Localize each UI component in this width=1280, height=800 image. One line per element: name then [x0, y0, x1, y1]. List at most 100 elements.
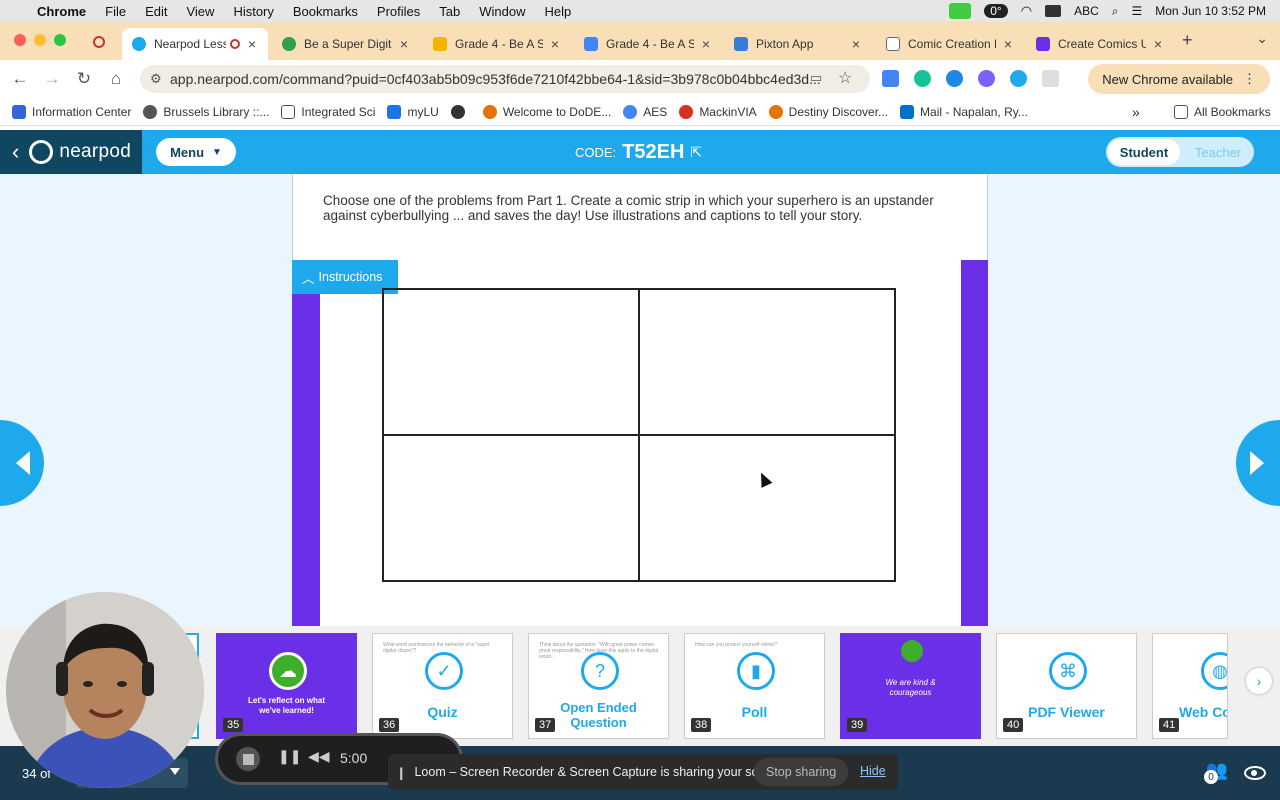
menu-tab[interactable]: Tab — [439, 4, 460, 19]
menu-view[interactable]: View — [186, 4, 214, 19]
gear-extension-icon[interactable] — [978, 70, 995, 87]
bookmark-mail[interactable]: Mail - Napalan, Ry... — [900, 104, 1028, 119]
bookmark-star-icon[interactable]: ☆ — [838, 68, 852, 88]
back-arrow-icon[interactable]: ← — [4, 69, 36, 89]
grammarly-extension-icon[interactable] — [914, 70, 931, 87]
close-tab-icon[interactable]: × — [1004, 36, 1012, 52]
tab-grade4-slides[interactable]: Grade 4 - Be A Su × — [423, 28, 569, 60]
document-favicon-icon — [886, 37, 900, 51]
strip-next-chevron-icon[interactable]: › — [1246, 668, 1272, 694]
bookmark-welcome-dodea[interactable]: Welcome to DoDE... — [482, 104, 611, 119]
share-code-icon[interactable]: ⇱ — [690, 144, 702, 161]
close-tab-icon[interactable]: × — [702, 36, 710, 52]
comic-panel-grid[interactable] — [382, 288, 896, 582]
comic-panel-2[interactable] — [639, 289, 895, 435]
home-icon[interactable]: ⌂ — [100, 69, 132, 89]
activity-prompt: Choose one of the problems from Part 1. … — [292, 174, 988, 260]
menu-help[interactable]: Help — [545, 4, 572, 19]
battery-icon[interactable] — [1045, 5, 1062, 17]
teacher-view-button[interactable]: Teacher — [1182, 139, 1254, 165]
zoom-window-button[interactable] — [54, 34, 66, 46]
minimize-window-button[interactable] — [34, 34, 46, 46]
drag-handle-icon[interactable]: ❙ — [396, 765, 406, 780]
close-tab-icon[interactable]: × — [852, 36, 860, 52]
close-tab-icon[interactable]: × — [1154, 36, 1162, 52]
wifi-icon[interactable]: ◠ — [1021, 3, 1032, 19]
bookmark-globe[interactable] — [450, 104, 471, 119]
bookmark-integrated-sci[interactable]: Integrated Sci — [281, 104, 375, 119]
comic-panel-1[interactable] — [383, 289, 639, 435]
bookmark-mylu[interactable]: myLU — [387, 104, 439, 119]
slide-number: 41 — [1159, 718, 1180, 732]
forward-arrow-icon[interactable]: → — [36, 69, 68, 89]
tab-pixton[interactable]: Pixton App × — [724, 28, 870, 60]
slide-thumbnail-40[interactable]: ⌘ PDF Viewer 40 — [996, 633, 1137, 739]
bookmarks-overflow-icon[interactable]: » — [1132, 104, 1140, 120]
tab-comic-creation[interactable]: Comic Creation R × — [876, 28, 1022, 60]
slide-thumbnail-36[interactable]: What word summarizes the behavior of a "… — [372, 633, 513, 739]
nearpod-extension-icon[interactable] — [1010, 70, 1027, 87]
rewind-icon[interactable]: ◀◀ — [308, 748, 330, 765]
close-tab-icon[interactable]: × — [400, 36, 408, 52]
docs-extension-icon[interactable] — [882, 70, 899, 87]
search-icon[interactable]: ⌕ — [1112, 4, 1119, 19]
puzzle-extension-icon[interactable] — [1042, 70, 1059, 87]
slide-thumbnail-38[interactable]: How can you protect yourself online? ▮ P… — [684, 633, 825, 739]
session-code: CODE: T52EH ⇱ — [575, 130, 702, 174]
student-view-button[interactable]: Student — [1108, 139, 1180, 165]
slide-number: 40 — [1003, 718, 1024, 732]
close-tab-icon[interactable]: × — [248, 36, 256, 52]
menu-bookmarks[interactable]: Bookmarks — [293, 4, 358, 19]
menu-file[interactable]: File — [105, 4, 126, 19]
stop-recording-button[interactable] — [236, 747, 260, 771]
all-bookmarks[interactable]: All Bookmarks — [1174, 105, 1271, 119]
bookmark-information-center[interactable]: Information Center — [12, 104, 131, 119]
tab-nearpod[interactable]: Nearpod Less × — [122, 28, 268, 60]
tab-create-comics[interactable]: Create Comics U × — [1026, 28, 1172, 60]
clock[interactable]: Mon Jun 10 3:52 PM — [1155, 4, 1266, 18]
input-source[interactable]: ABC — [1074, 4, 1099, 18]
previous-slide-button[interactable] — [0, 420, 44, 506]
library-icon — [143, 104, 158, 119]
site-info-icon[interactable]: ⚙ — [150, 71, 162, 87]
menu-edit[interactable]: Edit — [145, 4, 167, 19]
eye-icon[interactable] — [1244, 766, 1266, 780]
webcam-bubble[interactable] — [6, 592, 204, 788]
slide-thumbnail-37[interactable]: Think about the quotation: "With great p… — [528, 633, 669, 739]
hide-link[interactable]: Hide — [860, 764, 886, 778]
bookmark-destiny-discover[interactable]: Destiny Discover... — [768, 104, 888, 119]
tab-grade4-docs[interactable]: Grade 4 - Be A Su × — [574, 28, 720, 60]
comic-panel-4[interactable] — [639, 435, 895, 581]
close-window-button[interactable] — [14, 34, 26, 46]
address-bar[interactable]: ⚙ app.nearpod.com/command?puid=0cf403ab5… — [140, 65, 870, 93]
stop-sharing-button[interactable]: Stop sharing — [754, 758, 849, 786]
app-menu[interactable]: Chrome — [37, 4, 86, 19]
menu-profiles[interactable]: Profiles — [377, 4, 420, 19]
menu-history[interactable]: History — [233, 4, 273, 19]
edge-extension-icon[interactable] — [946, 70, 963, 87]
reload-icon[interactable]: ↻ — [68, 69, 100, 89]
new-tab-icon[interactable]: + — [1182, 30, 1193, 51]
tab-search-icon[interactable]: ⌄ — [1256, 30, 1268, 47]
weather-temp[interactable]: 0° — [984, 4, 1008, 18]
menu-window[interactable]: Window — [479, 4, 525, 19]
slide-thumbnail-39[interactable]: We are kind & courageous 39 — [840, 633, 981, 739]
bookmark-mackinvia[interactable]: MackinVIA — [679, 104, 757, 119]
slide-thumbnail-41[interactable]: ◍ Web Co 41 — [1152, 633, 1228, 739]
next-slide-button[interactable] — [1236, 420, 1280, 506]
back-chevron-icon[interactable]: ‹ — [12, 139, 19, 165]
close-tab-icon[interactable]: × — [551, 36, 559, 52]
bookmark-aes[interactable]: AES — [623, 104, 667, 119]
facetime-icon[interactable] — [949, 3, 972, 19]
pause-icon[interactable]: ❚❚ — [278, 748, 301, 765]
tab-title: Comic Creation R — [908, 37, 996, 51]
bookmark-brussels-library[interactable]: Brussels Library ::... — [143, 104, 269, 119]
slide-title: Let's reflect on what we've learned! — [247, 696, 326, 715]
camera-icon[interactable]: ▭ — [810, 70, 822, 86]
new-chrome-available-button[interactable]: New Chrome available ⋮ — [1088, 64, 1270, 94]
comic-panel-3[interactable] — [383, 435, 639, 581]
tab-be-a-super-digital[interactable]: Be a Super Digita × — [272, 28, 418, 60]
menu-button[interactable]: Menu ▼ — [156, 138, 236, 166]
slide-thumbnail-35[interactable]: ☁ Let's reflect on what we've learned! 3… — [216, 633, 357, 739]
control-center-icon[interactable]: ☰ — [1132, 4, 1143, 18]
